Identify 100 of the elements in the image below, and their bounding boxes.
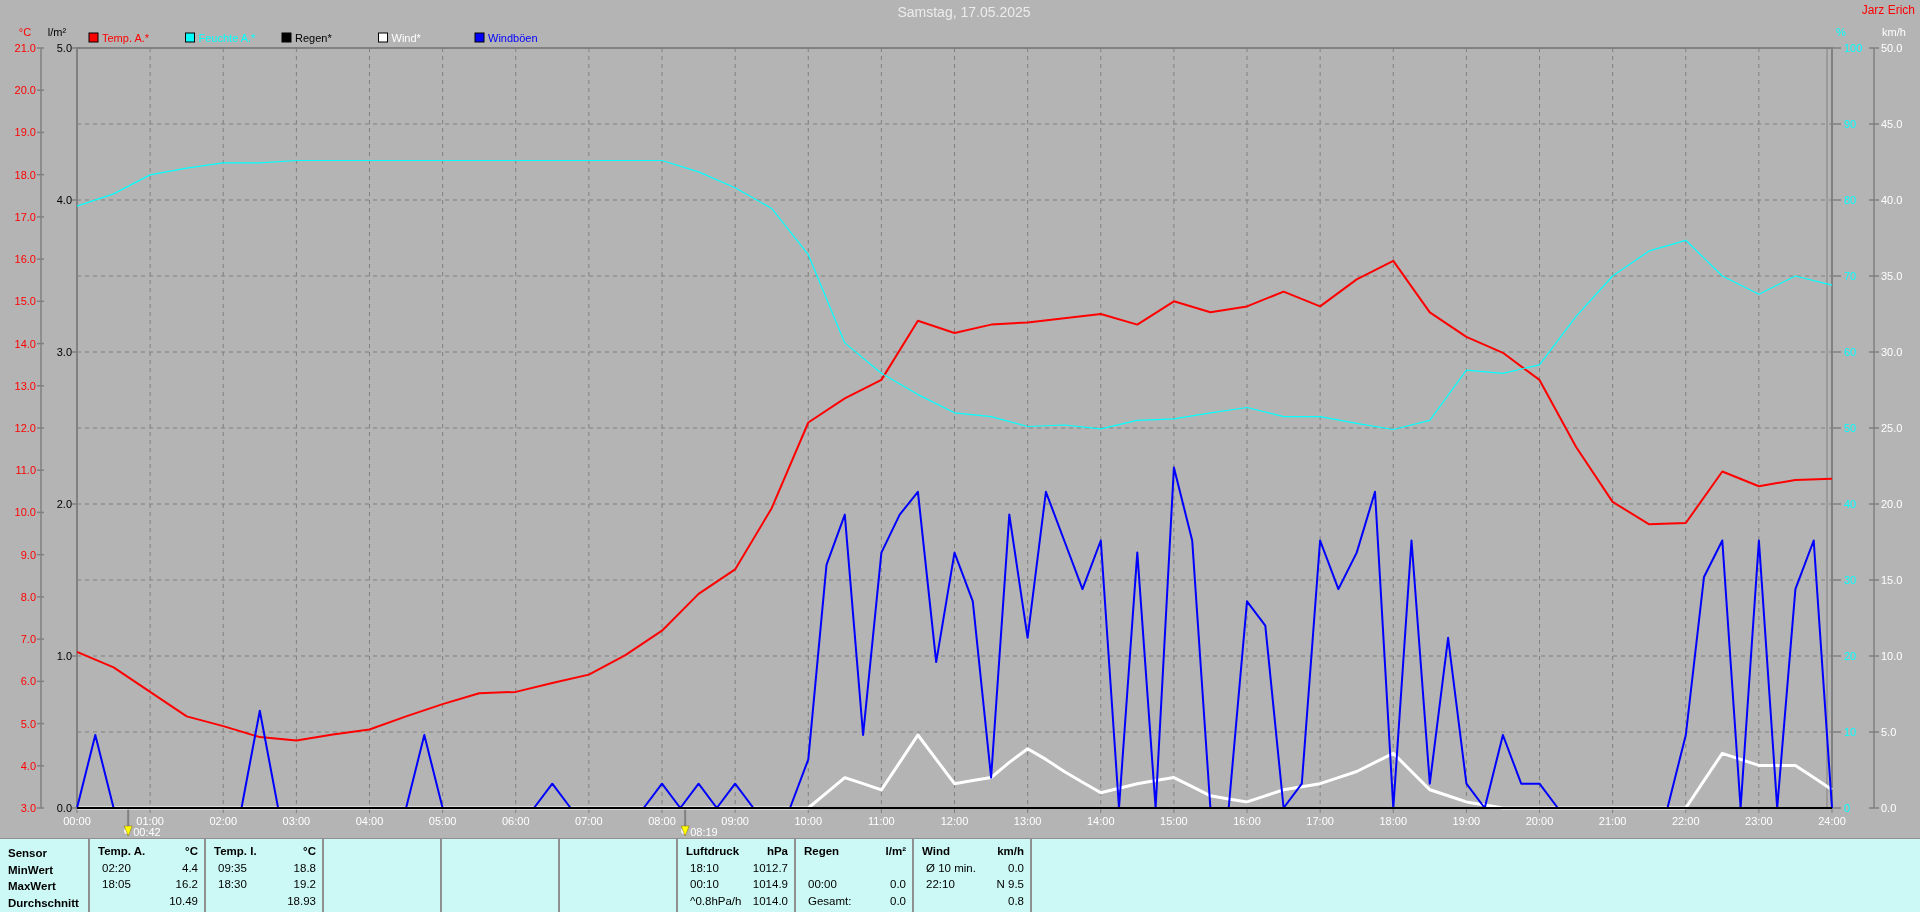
axis-tick-label: 17:00	[1306, 815, 1334, 827]
axis-tick-label: 21.0	[14, 42, 36, 54]
table-cell: Ø 10 min.	[926, 861, 976, 874]
axis-tick-label: 19:00	[1452, 815, 1481, 827]
axis-tick-label: 40.0	[1881, 194, 1903, 206]
axis-tick-label: 11.0	[15, 464, 36, 477]
axis-tick-label: 6.0	[20, 675, 36, 688]
table-cell: 18.93	[287, 894, 316, 907]
column-header: Regen	[804, 845, 841, 859]
axis-tick-label: 08:00	[648, 815, 676, 827]
row-label: Durchschnitt	[8, 895, 80, 911]
axis-tick-label: 19.0	[14, 126, 36, 139]
axis-tick-label: 35.0	[1881, 270, 1903, 282]
axis-tick-label: 14.0	[14, 337, 36, 350]
marker-time-label: 08:19	[690, 826, 718, 838]
legend-label: Temp. A.*	[102, 32, 150, 44]
axis-tick-label: 10:00	[794, 815, 822, 827]
axis-unit-label: l/m²	[47, 26, 67, 38]
axis-tick-label: 3.0	[56, 346, 72, 358]
axis-tick-label: 12:00	[940, 815, 969, 827]
marker-time-label: 00:42	[133, 826, 161, 838]
axis-tick-label: 04:00	[355, 815, 384, 827]
table-cell: 1012.7	[752, 861, 788, 874]
axis-tick-label: 13:00	[1013, 815, 1042, 827]
axis-tick-label: 70	[1844, 270, 1857, 282]
table-cell: 00:00	[808, 878, 837, 890]
axis-tick-label: 100	[1844, 42, 1863, 54]
axis-tick-label: 24:00	[1818, 815, 1846, 827]
axis-tick-label: 60	[1844, 346, 1857, 358]
axis-tick-label: 16:00	[1233, 815, 1261, 827]
axis-tick-label: 15.0	[14, 295, 36, 308]
axis-tick-label: 10.0	[1881, 650, 1903, 662]
row-label: Sensor	[8, 846, 48, 861]
table-cell: 0.8	[1008, 894, 1024, 907]
axis-tick-label: 40	[1844, 498, 1857, 510]
axis-tick-label: 0	[1844, 802, 1851, 814]
table-cell: 19.2	[293, 878, 316, 890]
legend-label: Feuchte A.*	[198, 32, 256, 44]
axis-tick-label: 0.0	[1881, 802, 1897, 814]
axis-tick-label: 10	[1844, 726, 1857, 738]
table-cell: 1014.9	[752, 878, 788, 890]
axis-tick-label: 03:00	[282, 815, 311, 827]
axis-tick-label: 01:00	[136, 815, 164, 827]
column-header: Temp. A.	[98, 845, 147, 859]
axis-tick-label: 9.0	[20, 548, 36, 561]
axis-tick-label: 20	[1844, 650, 1857, 662]
axis-tick-label: 4.0	[56, 194, 72, 206]
table-cell: 18.8	[293, 861, 316, 874]
axis-tick-label: 10.0	[14, 506, 36, 519]
axis-tick-label: 5.0	[56, 42, 72, 54]
legend-label: Regen*	[295, 32, 332, 44]
table-cell: 4.4	[182, 861, 198, 874]
axis-tick-label: 50	[1844, 422, 1857, 434]
column-header: Wind	[922, 845, 951, 859]
table-cell: 22:10	[926, 878, 955, 890]
axis-tick-label: 3.0	[20, 802, 36, 814]
table-cell: Gesamt:	[808, 894, 852, 907]
axis-tick-label: 02:00	[209, 815, 237, 827]
table-cell: 0.0	[1008, 861, 1024, 874]
legend-label: Wind*	[391, 32, 421, 44]
column-header: Luftdruck	[686, 845, 741, 859]
column-header: Temp. I.	[214, 845, 258, 859]
axis-tick-label: 50.0	[1881, 42, 1903, 54]
axis-tick-label: 14:00	[1087, 815, 1115, 827]
table-cell: 18:10	[690, 861, 719, 874]
table-cell: 18:30	[218, 878, 247, 890]
axis-tick-label: 15:00	[1160, 815, 1188, 827]
axis-tick-label: 23:00	[1745, 815, 1773, 827]
axis-unit-label: %	[1836, 26, 1846, 38]
table-cell: N 9.5	[996, 878, 1024, 890]
table-cell: 0.0	[890, 878, 906, 890]
axis-tick-label: 20:00	[1525, 815, 1554, 827]
axis-tick-label: 07:00	[575, 815, 603, 827]
unit-header: km/h	[996, 845, 1024, 859]
axis-tick-label: 11:00	[868, 815, 895, 827]
axis-tick-label: 1.0	[56, 650, 72, 662]
axis-tick-label: 20.0	[1881, 498, 1903, 510]
unit-header: °C	[184, 845, 198, 859]
table-cell: 00:10	[690, 878, 719, 890]
axis-tick-label: 09:00	[721, 815, 749, 827]
axis-tick-label: 17.0	[14, 210, 36, 223]
axis-tick-label: 5.0	[20, 717, 36, 730]
table-cell: 10.49	[169, 894, 198, 907]
axis-tick-label: 18.0	[14, 168, 36, 181]
axis-tick-label: 7.0	[20, 633, 36, 646]
unit-header: °C	[302, 845, 316, 859]
axis-tick-label: 4.0	[20, 759, 36, 772]
table-cell: 18:05	[102, 878, 131, 890]
axis-unit-label: km/h	[1882, 26, 1906, 38]
legend-label: Windböen	[488, 32, 538, 44]
axis-tick-label: 18:00	[1379, 815, 1407, 827]
axis-tick-label: 30	[1844, 574, 1857, 586]
unit-header: l/m²	[884, 845, 906, 859]
table-cell: ^0.8hPa/h	[690, 894, 742, 907]
chart-title: Samstag, 17.05.2025	[897, 4, 1031, 20]
axis-tick-label: 90	[1844, 118, 1857, 130]
unit-header: hPa	[765, 845, 788, 859]
axis-tick-label: 20.0	[14, 84, 36, 97]
axis-tick-label: 22:00	[1672, 815, 1700, 827]
axis-tick-label: 25.0	[1881, 422, 1903, 434]
